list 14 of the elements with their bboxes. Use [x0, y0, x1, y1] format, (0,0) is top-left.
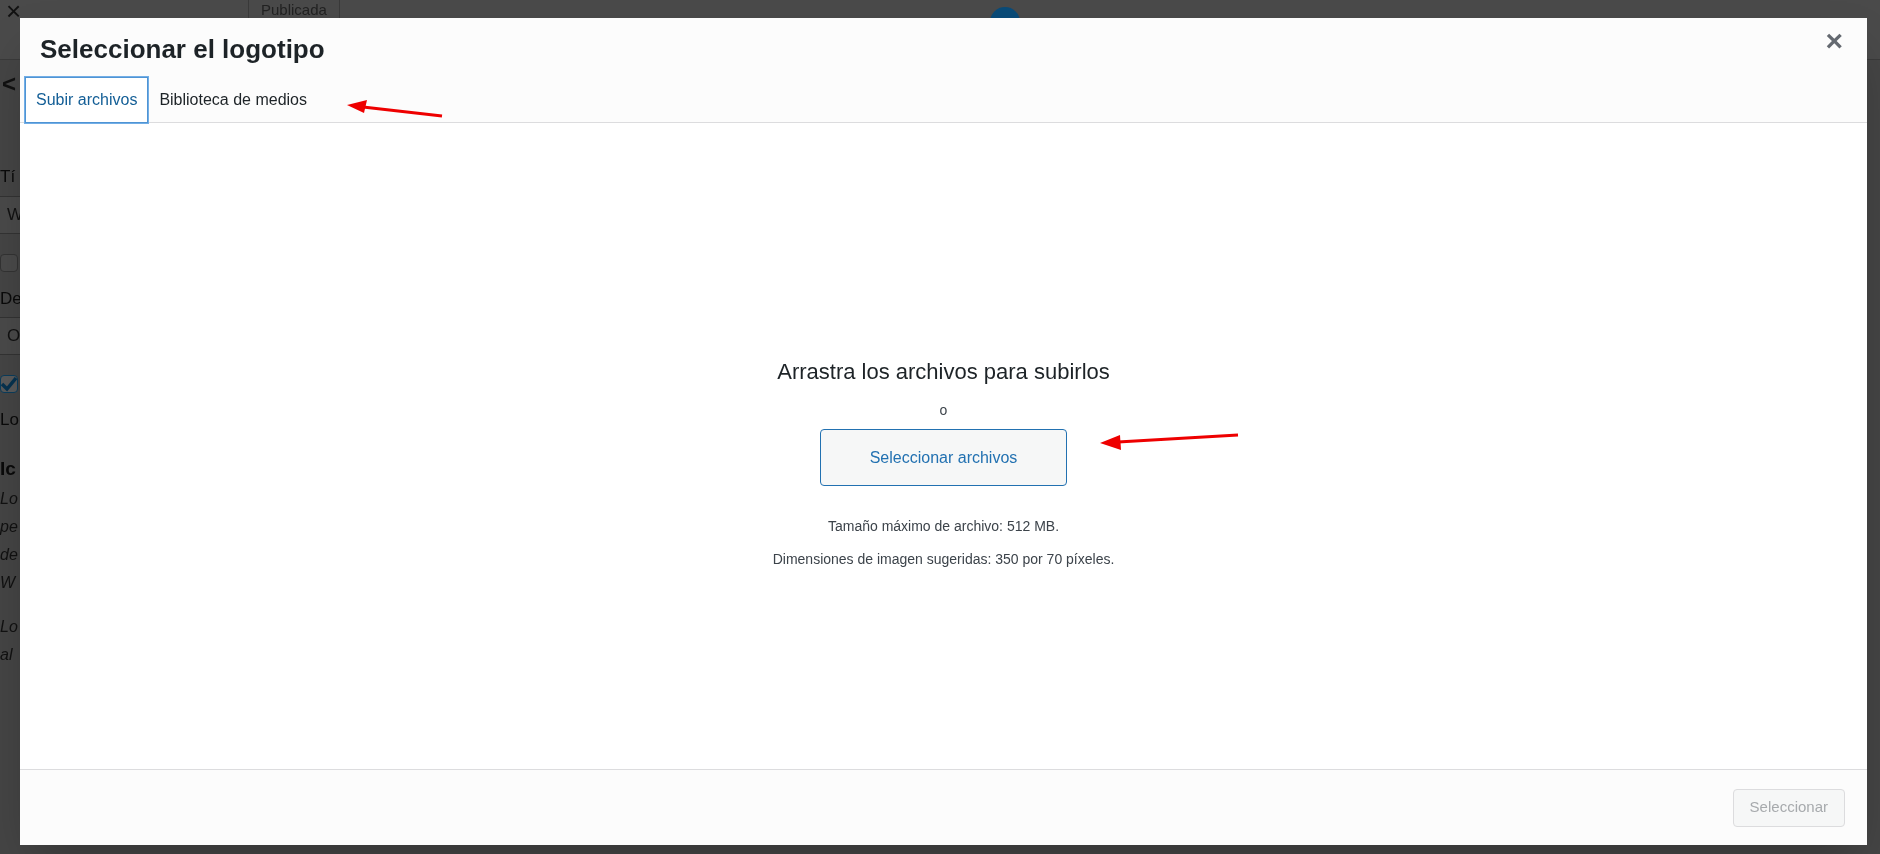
separator-text: o [939, 401, 948, 420]
field-label: De [0, 287, 22, 310]
section-heading: Ic [0, 456, 16, 481]
info-text: Dimensiones de imagen sugeridas: 350 por 70 píxeles. [772, 550, 1115, 569]
upload-heading: Arrastra los archivos para subirlos [777, 358, 1110, 386]
field-label: Tí [0, 166, 16, 188]
tab[interactable]: Subir archivos [25, 77, 149, 123]
tab[interactable]: Biblioteca de medios [148, 77, 318, 123]
checkbox[interactable] [0, 253, 18, 272]
checkbox[interactable] [0, 375, 18, 393]
info-text: Tamaño máximo de archivo: 512 MB. [827, 517, 1060, 536]
select-files-button[interactable]: Seleccionar archivos [820, 429, 1067, 486]
close-button[interactable]: × [1825, 26, 1843, 56]
field-label: Lo [0, 409, 19, 431]
